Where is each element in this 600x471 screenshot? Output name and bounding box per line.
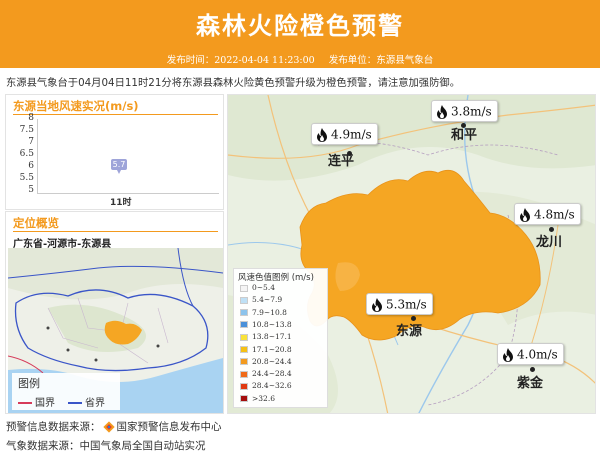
legend-range-label: 20.8~24.4 (252, 356, 292, 366)
legend-swatch (240, 346, 248, 353)
station-wind-lianping[interactable]: 4.9m/s (311, 123, 378, 145)
legend-row: 10.8~13.8 (240, 320, 292, 331)
legend-swatch (240, 309, 248, 317)
location-panel-title: 定位概览 (13, 216, 59, 230)
legend-swatch (240, 321, 248, 329)
legend-row: >32.6 (240, 394, 275, 405)
wind-speed-value: 4.9m/s (331, 127, 372, 142)
wind-speed-value: 4.8m/s (534, 207, 575, 222)
legend-row: 24.4~28.4 (240, 369, 292, 380)
y-tick-label: 7 (28, 137, 34, 147)
legend-row: 28.4~32.6 (240, 381, 292, 392)
legend-range-label: 7.9~10.8 (252, 307, 287, 317)
legend-row: 5.4~7.9 (240, 295, 282, 306)
place-dongyuan: 东源 (396, 324, 423, 339)
legend-title: 风速色值图例 (m/s) (238, 273, 314, 283)
fire-icon (372, 297, 382, 312)
place-heping: 和平 (451, 128, 478, 143)
publish-time: 发布时间：2022-04-04 11:23:00 (166, 55, 315, 66)
place-zijin: 紫金 (517, 376, 544, 391)
legend-range-label: 24.4~28.4 (252, 369, 292, 379)
legend-swatch (240, 296, 248, 304)
wind-panel-title: 东源当地风速实况(m/s) (13, 99, 139, 113)
legend-range-label: 17.1~20.8 (252, 344, 292, 354)
legend-label: 国界 (35, 398, 55, 409)
place-lianping: 连平 (328, 154, 355, 169)
place-longchuan: 龙川 (536, 235, 563, 250)
warning-source-label: 预警信息数据来源： (6, 421, 101, 433)
legend-swatch (240, 382, 248, 390)
legend-swatch (240, 395, 248, 403)
legend-range-label: 13.8~17.1 (252, 332, 292, 342)
header-banner: 森林火险橙色预警 发布时间：2022-04-04 11:23:00 发布单位：东源… (0, 0, 600, 68)
station-wind-longchuan[interactable]: 4.8m/s (514, 203, 581, 225)
legend-row: 17.1~20.8 (240, 345, 292, 356)
legend-swatch (240, 370, 248, 378)
title-underline (13, 231, 218, 232)
legend-provincial-border: 省界 (68, 394, 105, 409)
wind-color-legend: 风速色值图例 (m/s) 0~5.4 5.4~7.9 7.9~10.8 10.8~13… (233, 268, 328, 408)
warning-source-line: 预警信息数据来源： 国家预警信息发布中心 (6, 419, 222, 434)
main-map[interactable]: 4.9m/s 连平 3.8m/s 和平 4.8m/s 龙川 5.3m/s 东源 … (227, 94, 596, 414)
wind-speed-value: 3.8m/s (451, 104, 492, 119)
legend-swatch (240, 358, 248, 366)
y-tick-label: 6 (28, 161, 34, 171)
legend-row: 13.8~17.1 (240, 332, 292, 343)
legend-title: 图例 (18, 377, 40, 390)
fire-icon (437, 104, 447, 119)
location-panel: 定位概览 广东省-河源市-东源县 图例 国界 省界 (5, 211, 224, 414)
legend-label: 省界 (85, 398, 105, 409)
y-tick-label: 6.5 (19, 149, 34, 159)
wind-speed-panel: 东源当地风速实况(m/s) 8 7.5 7 6.5 6 5.5 5 5.7 11时 (5, 94, 224, 210)
legend-range-label: >32.6 (252, 393, 275, 403)
station-wind-dongyuan[interactable]: 5.3m/s (366, 293, 433, 315)
publish-meta: 发布时间：2022-04-04 11:23:00 发布单位：东源县气象台 (0, 52, 600, 66)
publisher: 发布单位：东源县气象台 (328, 55, 434, 66)
y-axis-line (37, 119, 38, 193)
legend-range-label: 28.4~32.6 (252, 381, 292, 391)
x-tick-label: 11时 (110, 198, 132, 208)
legend-swatch (240, 333, 248, 341)
warning-description: 东源县气象台于04月04日11时21分将东源县森林火险黄色预警升级为橙色预警，请… (6, 77, 460, 89)
legend-row: 20.8~24.4 (240, 357, 292, 368)
provincial-border-line-icon (68, 402, 82, 404)
y-tick-label: 8 (28, 113, 34, 123)
legend-row: 0~5.4 (240, 283, 275, 294)
warning-logo-icon (102, 420, 115, 433)
warning-source-name: 国家预警信息发布中心 (116, 421, 222, 433)
overview-legend: 图例 国界 省界 (12, 373, 120, 410)
legend-range-label: 0~5.4 (252, 283, 275, 292)
weather-source-line: 气象数据来源：中国气象局全国自动站实况 (6, 440, 206, 452)
legend-row: 7.9~10.8 (240, 308, 287, 319)
title-underline (13, 114, 218, 115)
legend-national-border: 国界 (18, 394, 55, 409)
legend-swatch (240, 284, 248, 292)
y-tick-label: 5 (28, 185, 34, 195)
y-tick-label: 5.5 (19, 173, 34, 183)
legend-range-label: 5.4~7.9 (252, 295, 283, 305)
wind-speed-value: 4.0m/s (517, 347, 558, 362)
fire-icon (317, 127, 327, 142)
fire-icon (503, 347, 513, 362)
y-tick-label: 7.5 (19, 125, 34, 135)
station-wind-zijin[interactable]: 4.0m/s (497, 343, 564, 365)
legend-range-label: 10.8~13.8 (252, 319, 292, 329)
station-wind-heping[interactable]: 3.8m/s (431, 100, 498, 122)
wind-speed-value: 5.3m/s (386, 297, 427, 312)
page-title: 森林火险橙色预警 (196, 12, 404, 40)
header-divider (0, 68, 600, 71)
x-axis-line (37, 193, 219, 194)
national-border-line-icon (18, 402, 32, 404)
fire-icon (520, 207, 530, 222)
wind-data-point[interactable]: 5.7 (111, 159, 127, 175)
